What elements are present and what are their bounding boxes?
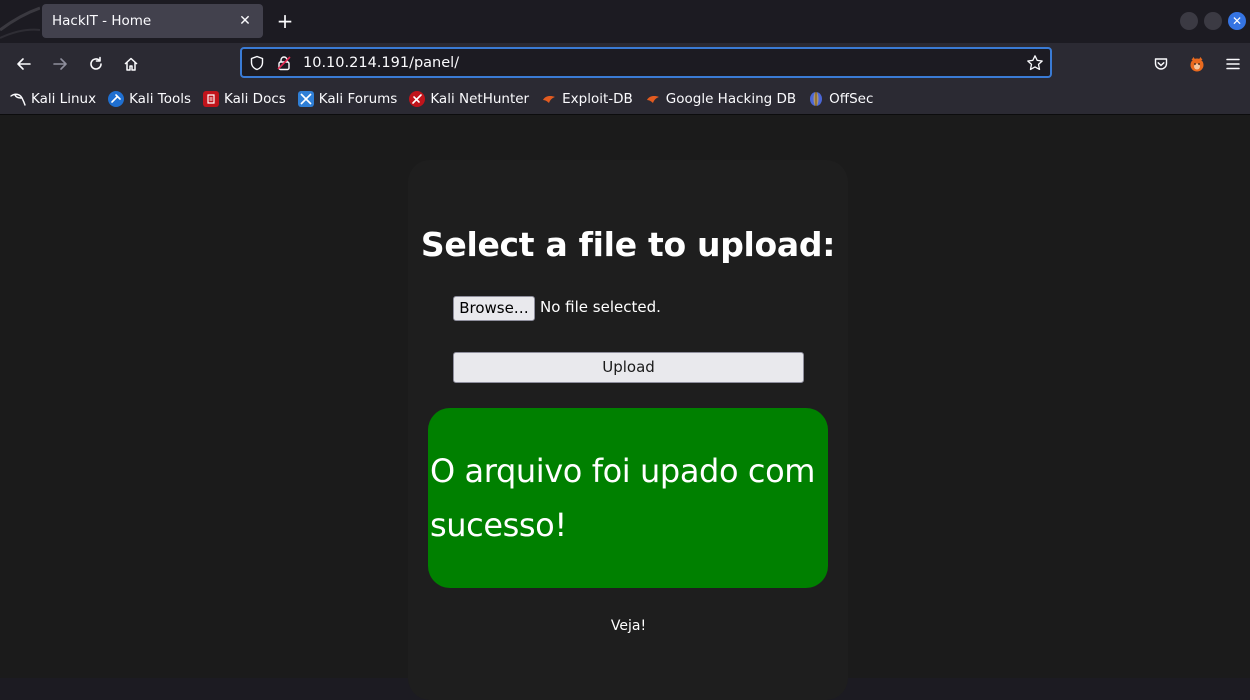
kali-nethunter-icon — [409, 91, 426, 107]
bookmark-label: Kali Forums — [318, 91, 398, 107]
hamburger-menu-icon — [1226, 58, 1240, 70]
bookmark-label: Kali Tools — [129, 91, 191, 107]
bookmark-kali-tools[interactable]: Kali Tools — [108, 91, 191, 107]
kali-dragon-icon — [10, 91, 26, 107]
reload-button[interactable] — [83, 51, 109, 77]
new-tab-button[interactable]: + — [273, 9, 297, 33]
bookmark-label: Google Hacking DB — [665, 91, 797, 107]
back-button[interactable] — [11, 51, 37, 77]
insecure-lock-icon[interactable] — [276, 55, 292, 71]
page-viewport: Select a file to upload: Browse… No file… — [0, 115, 1250, 700]
bookmark-label: Exploit-DB — [562, 91, 633, 107]
extension-button[interactable] — [1184, 51, 1210, 77]
success-alert: O arquivo foi upado com sucesso! — [428, 408, 828, 588]
bookmark-exploit-db[interactable]: Exploit-DB — [541, 91, 633, 107]
view-uploads-link[interactable]: Veja! — [0, 618, 1250, 634]
bookmark-label: OffSec — [829, 91, 874, 107]
app-menu-button[interactable] — [1220, 51, 1246, 77]
forward-arrow-icon — [53, 58, 67, 70]
bookmark-google-hacking-db[interactable]: Google Hacking DB — [645, 91, 796, 107]
home-button[interactable] — [118, 51, 144, 77]
kali-wallpaper-swoosh — [0, 6, 40, 39]
bookmark-label: Kali Docs — [224, 91, 286, 107]
forward-button[interactable] — [47, 51, 73, 77]
url-bar[interactable]: 10.10.214.191/panel/ — [240, 47, 1052, 78]
close-window-button[interactable]: ✕ — [1228, 12, 1246, 30]
exploit-db-icon — [541, 91, 557, 107]
url-text[interactable]: 10.10.214.191/panel/ — [303, 55, 459, 71]
success-message: O arquivo foi upado com sucesso! — [430, 452, 816, 544]
bookmark-kali-forums[interactable]: Kali Forums — [297, 91, 398, 107]
offsec-icon — [808, 91, 824, 107]
maximize-window-button[interactable] — [1204, 12, 1222, 30]
kali-forums-icon — [297, 91, 314, 107]
page-title: Select a file to upload: — [420, 225, 836, 264]
navigation-toolbar: 10.10.214.191/panel/ — [0, 43, 1250, 84]
bookmark-offsec[interactable]: OffSec — [808, 91, 873, 107]
bookmark-label: Kali NetHunter — [430, 91, 530, 107]
reload-icon — [90, 56, 102, 70]
tab-strip: HackIT - Home ✕ + ✕ — [0, 0, 1250, 43]
kali-docs-icon — [203, 91, 219, 107]
ghdb-icon — [645, 91, 661, 107]
browse-file-button[interactable]: Browse… — [453, 296, 535, 321]
bookmarks-toolbar: Kali Linux Kali Tools Kali Docs Kali For… — [0, 84, 1250, 115]
fox-extension-icon — [1190, 57, 1204, 72]
bookmark-kali-linux[interactable]: Kali Linux — [10, 91, 96, 107]
back-arrow-icon — [17, 58, 31, 70]
tracking-protection-shield-icon[interactable] — [249, 55, 265, 71]
home-icon — [124, 57, 138, 71]
selected-file-status: No file selected. — [540, 298, 661, 316]
kali-tools-icon — [108, 91, 125, 107]
upload-button[interactable]: Upload — [453, 352, 804, 383]
bookmark-label: Kali Linux — [31, 91, 97, 107]
pocket-button[interactable] — [1148, 51, 1174, 77]
bookmark-kali-nethunter[interactable]: Kali NetHunter — [409, 91, 529, 107]
pocket-icon — [1154, 58, 1168, 70]
minimize-window-button[interactable] — [1180, 12, 1198, 30]
bookmark-star-icon[interactable] — [1026, 54, 1044, 72]
close-tab-icon[interactable]: ✕ — [237, 13, 253, 29]
bookmark-kali-docs[interactable]: Kali Docs — [203, 91, 286, 107]
tab-hackit-home[interactable]: HackIT - Home ✕ — [42, 4, 263, 38]
tab-title: HackIT - Home — [52, 13, 152, 29]
